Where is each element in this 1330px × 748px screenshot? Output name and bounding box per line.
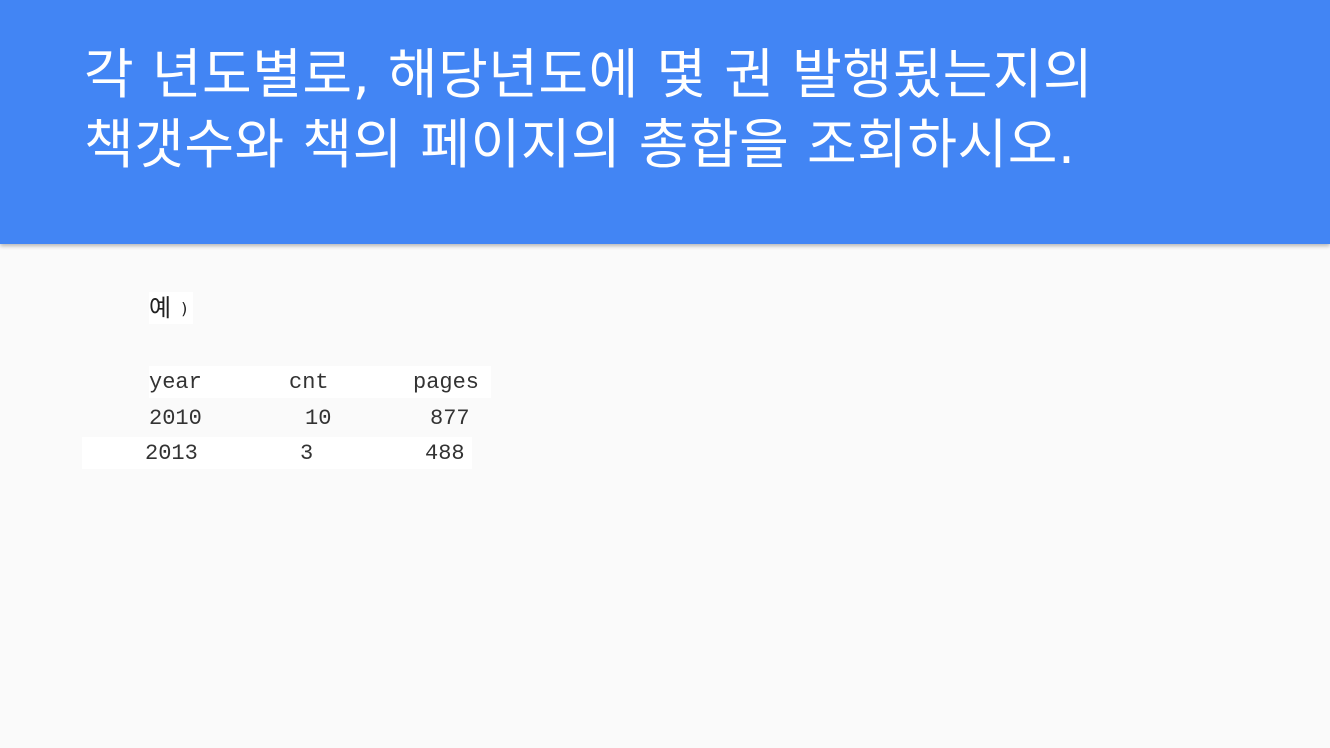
cell-year: 2010 (149, 406, 202, 431)
cell-pages: 877 (430, 406, 470, 431)
table-row: 2013 3 488 (82, 437, 472, 469)
table-header-row: year cnt pages (149, 366, 491, 398)
example-label-text: 예 (149, 294, 172, 322)
cell-cnt: 10 (305, 406, 332, 431)
header-pages: pages (413, 370, 480, 395)
cell-pages: 488 (425, 441, 465, 466)
example-label-paren: ) (181, 299, 188, 318)
slide-title-line-2: 책갯수와 책의 페이지의 총합을 조회하시오. (84, 113, 1076, 176)
header-year: year (149, 370, 202, 395)
cell-year: 2013 (145, 441, 198, 466)
slide: 각 년도별로, 해당년도에 몇 권 발행됬는지의 책갯수와 책의 페이지의 총합… (0, 0, 1330, 748)
title-banner: 각 년도별로, 해당년도에 몇 권 발행됬는지의 책갯수와 책의 페이지의 총합… (0, 0, 1330, 244)
table-row: 2010 10 877 (149, 402, 489, 434)
slide-title: 각 년도별로, 해당년도에 몇 권 발행됬는지의 책갯수와 책의 페이지의 총합… (84, 40, 1304, 180)
example-label: 예) (149, 292, 194, 324)
cell-cnt: 3 (300, 441, 314, 466)
slide-title-line-1: 각 년도별로, 해당년도에 몇 권 발행됬는지의 (84, 43, 1094, 106)
header-cnt: cnt (289, 370, 329, 395)
